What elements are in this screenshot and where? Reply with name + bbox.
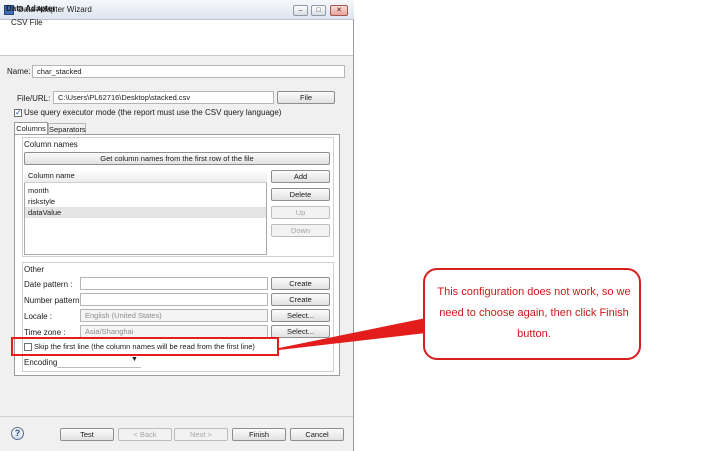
callout-text: This configuration does not work, so we … [437,286,631,340]
callout-pointer [279,318,426,350]
